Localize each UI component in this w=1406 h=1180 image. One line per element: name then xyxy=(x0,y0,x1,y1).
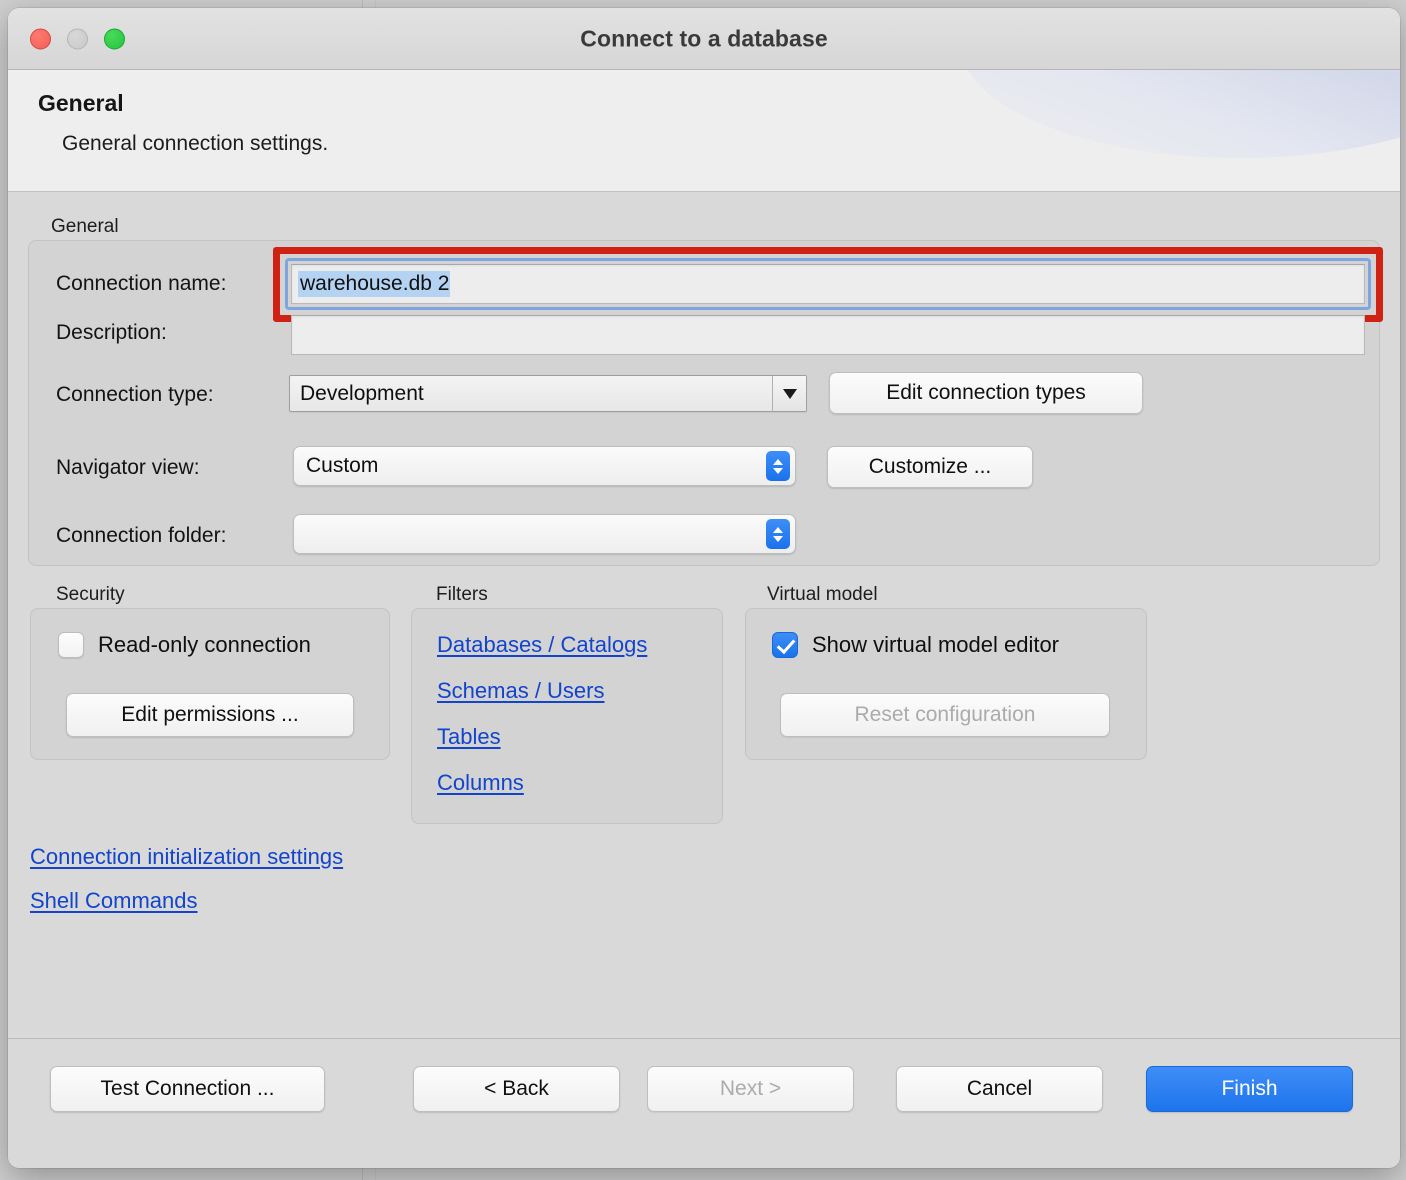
checkbox-unchecked-icon[interactable] xyxy=(58,632,84,658)
chevron-up-icon xyxy=(773,526,783,533)
finish-button[interactable]: Finish xyxy=(1146,1066,1353,1112)
edit-permissions-button[interactable]: Edit permissions ... xyxy=(66,693,354,737)
shell-commands-link[interactable]: Shell Commands xyxy=(30,888,198,914)
connection-folder-label: Connection folder: xyxy=(56,524,227,547)
wizard-header-banner: General General connection settings. xyxy=(8,70,1400,192)
page-subtitle: General connection settings. xyxy=(62,132,329,155)
virtual-model-group-box xyxy=(745,608,1147,760)
virtual-model-group-legend: Virtual model xyxy=(767,584,878,605)
connect-to-database-dialog: Connect to a database General General co… xyxy=(8,8,1400,1168)
connection-initialization-settings-link[interactable]: Connection initialization settings xyxy=(30,844,343,870)
general-group-legend: General xyxy=(51,216,119,237)
dialog-footer: Test Connection ... < Back Next > Cancel… xyxy=(8,1038,1400,1168)
filter-link-columns[interactable]: Columns xyxy=(437,770,524,796)
connection-type-combobox[interactable]: Development xyxy=(289,375,807,412)
connection-type-label: Connection type: xyxy=(56,383,214,406)
chevron-up-icon xyxy=(773,458,783,465)
chevron-down-icon xyxy=(782,388,797,399)
read-only-connection-label: Read-only connection xyxy=(98,632,311,657)
customize-button[interactable]: Customize ... xyxy=(827,446,1033,488)
navigator-view-value: Custom xyxy=(306,454,379,477)
connection-name-input[interactable]: warehouse.db 2 xyxy=(291,264,1365,304)
connection-name-value: warehouse.db 2 xyxy=(298,271,451,297)
edit-connection-types-button[interactable]: Edit connection types xyxy=(829,372,1143,414)
cancel-button[interactable]: Cancel xyxy=(896,1066,1103,1112)
dialog-body: General Connection name: warehouse.db 2 … xyxy=(8,192,1400,1038)
navigator-view-popup[interactable]: Custom xyxy=(293,446,796,486)
window-titlebar: Connect to a database xyxy=(8,8,1400,70)
next-button[interactable]: Next > xyxy=(647,1066,854,1112)
checkbox-checked-icon[interactable] xyxy=(772,632,798,658)
connection-type-value: Development xyxy=(300,381,424,405)
banner-decoration-swoosh xyxy=(960,70,1400,158)
filter-link-databases-catalogs[interactable]: Databases / Catalogs xyxy=(437,632,647,658)
filter-link-tables[interactable]: Tables xyxy=(437,724,501,750)
security-group-box xyxy=(30,608,390,760)
description-label: Description: xyxy=(56,321,167,344)
filters-group-legend: Filters xyxy=(436,584,488,605)
chevron-down-icon xyxy=(773,535,783,542)
page-title: General xyxy=(38,90,124,116)
chevron-down-icon xyxy=(773,467,783,474)
back-button[interactable]: < Back xyxy=(413,1066,620,1112)
show-virtual-model-editor-checkbox[interactable]: Show virtual model editor xyxy=(772,632,1059,658)
show-virtual-model-editor-label: Show virtual model editor xyxy=(812,632,1060,657)
connection-folder-stepper-icon[interactable] xyxy=(766,519,790,549)
navigator-view-stepper-icon[interactable] xyxy=(766,451,790,481)
navigator-view-label: Navigator view: xyxy=(56,456,200,479)
reset-configuration-button[interactable]: Reset configuration xyxy=(780,693,1110,737)
connection-name-label: Connection name: xyxy=(56,272,227,295)
description-input[interactable] xyxy=(291,315,1365,355)
security-group-legend: Security xyxy=(56,584,125,605)
connection-folder-popup[interactable] xyxy=(293,514,796,554)
test-connection-button[interactable]: Test Connection ... xyxy=(50,1066,325,1112)
filter-link-schemas-users[interactable]: Schemas / Users xyxy=(437,678,605,704)
window-title: Connect to a database xyxy=(580,25,828,51)
connection-type-dropdown-arrow[interactable] xyxy=(772,376,806,411)
read-only-connection-checkbox[interactable]: Read-only connection xyxy=(58,632,311,658)
